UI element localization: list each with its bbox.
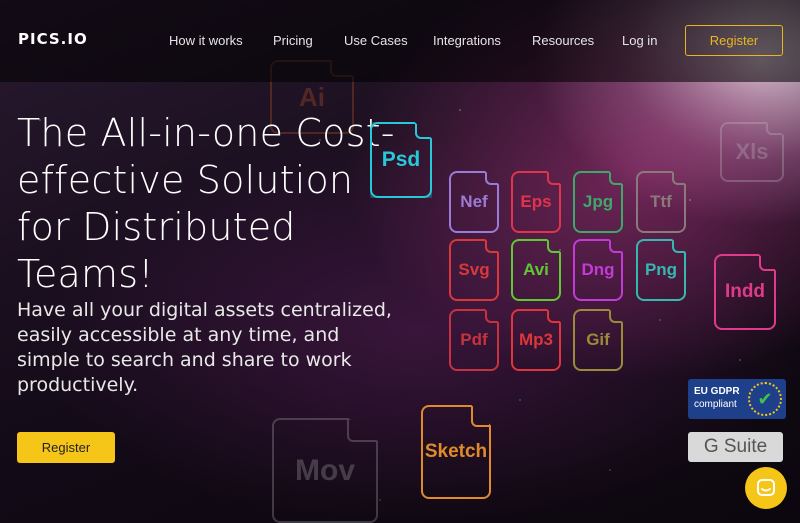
file-icon-psd: Psd [370, 122, 432, 198]
nav-link-log-in[interactable]: Log in [622, 33, 657, 48]
nav-links: How it works Pricing Use Cases Integrati… [0, 33, 800, 49]
nav-link-use-cases[interactable]: Use Cases [344, 33, 408, 48]
file-icon-pdf: Pdf [449, 309, 499, 371]
file-icon-nef: Nef [449, 171, 499, 233]
file-icon-eps: Eps [511, 171, 561, 233]
register-button-header[interactable]: Register [685, 25, 783, 56]
gdpr-badge: EU GDPR compliant ✔ [688, 379, 786, 419]
file-icon-indd: Indd [714, 254, 776, 330]
gdpr-badge-text: EU GDPR compliant [694, 386, 740, 410]
hero-subtext: Have all your digital assets centralized… [17, 299, 392, 396]
file-icon-ttf: Ttf [636, 171, 686, 233]
file-icon-sketch: Sketch [421, 405, 491, 499]
hero-headline: The All-in-one Cost-effective Solution f… [17, 111, 395, 296]
top-navigation: PICS.IO How it works Pricing Use Cases I… [0, 0, 800, 82]
check-icon: ✔ [748, 382, 782, 416]
nav-link-pricing[interactable]: Pricing [273, 33, 313, 48]
file-icon-jpg: Jpg [573, 171, 623, 233]
file-icon-png: Png [636, 239, 686, 301]
register-button-hero[interactable]: Register [17, 432, 115, 463]
gsuite-badge: G Suite [688, 432, 783, 462]
file-icon-mp3: Mp3 [511, 309, 561, 371]
nav-link-integrations[interactable]: Integrations [433, 33, 501, 48]
file-icon-avi: Avi [511, 239, 561, 301]
file-icon-svg: Svg [449, 239, 499, 301]
file-icon-xls: Xls [720, 122, 784, 182]
file-icon-dng: Dng [573, 239, 623, 301]
file-icon-mov: Mov [272, 418, 378, 523]
file-icon-gif: Gif [573, 309, 623, 371]
nav-link-resources[interactable]: Resources [532, 33, 594, 48]
nav-link-how-it-works[interactable]: How it works [169, 33, 243, 48]
chat-icon[interactable] [745, 467, 787, 509]
